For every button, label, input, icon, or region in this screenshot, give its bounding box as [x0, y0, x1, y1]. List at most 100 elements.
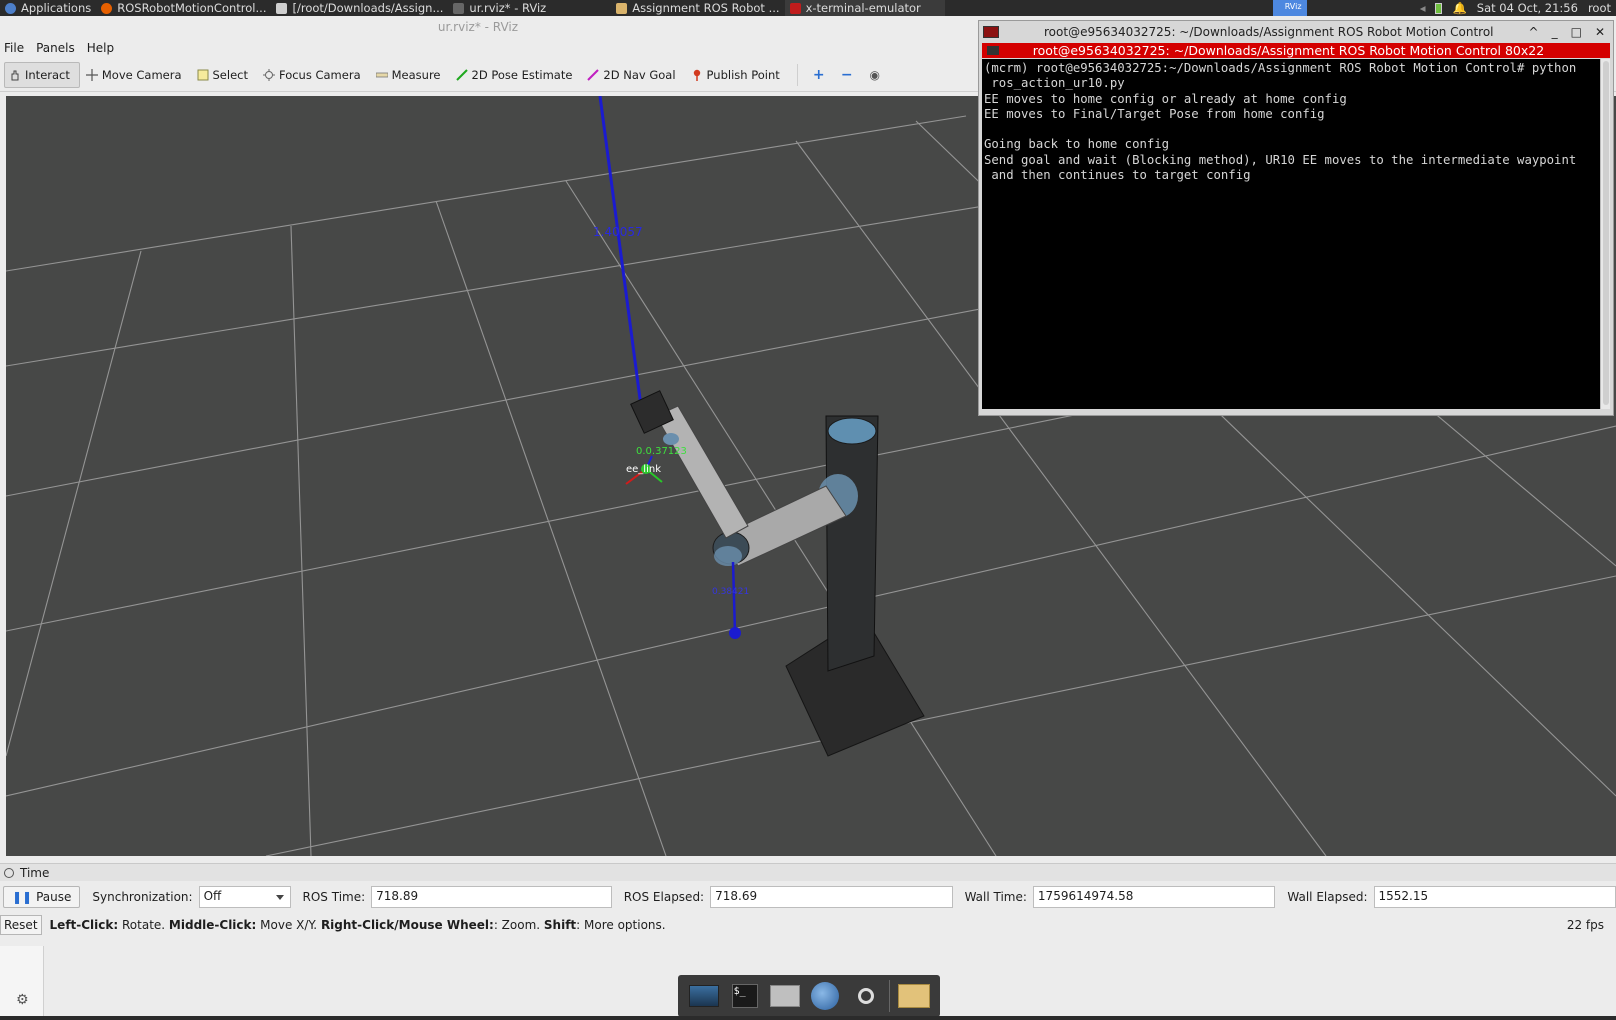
tool-measure[interactable]: Measure [372, 62, 450, 88]
menu-file[interactable]: File [3, 41, 25, 55]
task-rviz[interactable]: ur.rviz* - RViz [448, 0, 551, 16]
ros-elapsed-field[interactable]: 718.69 [710, 886, 953, 908]
pause-icon: ❚❚ [12, 890, 33, 904]
tool-label: 2D Pose Estimate [471, 67, 573, 82]
wall-elapsed-field[interactable]: 1552.15 [1373, 886, 1616, 908]
tool-properties-button[interactable]: ◉ [862, 62, 888, 88]
dock-web-browser[interactable] [808, 981, 842, 1011]
window-controls: ^ _ □ ✕ [1529, 25, 1605, 39]
map-pin-icon [691, 69, 703, 81]
help-key: Shift [543, 918, 577, 932]
add-tool-button[interactable]: + [806, 62, 832, 88]
tool-2d-nav-goal[interactable]: 2D Nav Goal [583, 62, 684, 88]
task-label: Assignment ROS Robot ... [632, 1, 780, 15]
maximize-icon[interactable]: □ [1571, 25, 1582, 39]
tray-icons: ◂ 🔔 [1415, 0, 1472, 16]
pause-button[interactable]: ❚❚ Pause [3, 886, 81, 908]
pause-label: Pause [36, 890, 72, 904]
dock-search[interactable] [849, 981, 883, 1011]
side-panel-strip: ⚙ [0, 946, 44, 1020]
move-camera-icon [85, 68, 98, 81]
ros-elapsed-label: ROS Elapsed: [623, 890, 705, 904]
terminal-line: Going back to home config [984, 137, 1170, 152]
ruler-icon [375, 69, 389, 81]
terminal-line: and then continues to target config [984, 168, 1251, 183]
tool-label: Publish Point [706, 67, 780, 82]
notification-bell-icon[interactable]: 🔔 [1452, 1, 1466, 15]
dock-show-desktop[interactable] [687, 981, 721, 1011]
dock-home-folder[interactable] [768, 981, 802, 1011]
terminal-output[interactable]: (mcrm) root@e95634032725:~/Downloads/Ass… [982, 59, 1600, 409]
tf-line-top [598, 96, 644, 415]
user-name: root [1587, 1, 1611, 15]
volume-icon[interactable]: ◂ [1420, 1, 1426, 15]
wall-time-label: Wall Time: [964, 890, 1027, 904]
target-point-marker[interactable] [729, 627, 741, 639]
reset-button[interactable]: Reset [0, 915, 42, 935]
terminal-scrollbar[interactable] [1600, 59, 1610, 409]
task-label: ROSRobotMotionControl... [117, 1, 267, 15]
terminal-line: EE moves to home config or already at ho… [984, 91, 1347, 106]
synchronization-select[interactable]: Off [198, 886, 291, 908]
help-text: Left-Click: Rotate. Middle-Click: Move X… [50, 918, 666, 932]
battery-icon[interactable] [1435, 2, 1443, 14]
label-top-distance: 1.40057 [593, 225, 643, 239]
menu-panels[interactable]: Panels [35, 41, 76, 55]
dock-files[interactable] [897, 981, 931, 1011]
terminal-app-icon [983, 26, 999, 38]
plus-icon: + [812, 66, 825, 83]
ros-time-label: ROS Time: [302, 890, 366, 904]
terminal-titlebar[interactable]: root@e95634032725: ~/Downloads/Assignmen… [979, 21, 1613, 43]
dock-terminal[interactable]: $_ [728, 981, 762, 1011]
menu-help[interactable]: Help [86, 41, 115, 55]
label-mid-distance: 0.0.37123 [636, 446, 687, 457]
fps-counter: 22 fps [1566, 918, 1604, 932]
task-firefox[interactable]: ROSRobotMotionControl... [96, 0, 271, 16]
tool-label: 2D Nav Goal [603, 67, 676, 82]
nav-goal-icon [587, 68, 600, 81]
task-label: [/root/Downloads/Assign... [292, 1, 444, 15]
task-label: x-terminal-emulator [805, 1, 921, 15]
terminal-tab[interactable]: root@e95634032725: ~/Downloads/Assignmen… [982, 43, 1610, 58]
user-menu[interactable]: root [1583, 0, 1616, 16]
terminal-line: ros_action_ur10.py [984, 76, 1125, 91]
clock[interactable]: Sat 04 Oct, 21:56 [1472, 0, 1583, 16]
firefox-icon [101, 2, 113, 14]
task-terminal[interactable]: x-terminal-emulator [784, 0, 945, 16]
terminal-window[interactable]: root@e95634032725: ~/Downloads/Assignmen… [978, 20, 1614, 416]
terminal-dock-icon: $_ [731, 984, 758, 1008]
tool-label: Move Camera [101, 67, 182, 82]
terminal-title: root@e95634032725: ~/Downloads/Assignmen… [1044, 25, 1494, 39]
tool-publish-point[interactable]: Publish Point [687, 62, 789, 88]
settings-gear-icon[interactable]: ⚙ [16, 992, 29, 1008]
terminal-icon [789, 2, 801, 14]
tool-move-camera[interactable]: Move Camera [82, 62, 191, 88]
tool-2d-pose-estimate[interactable]: 2D Pose Estimate [452, 62, 582, 88]
clock-icon [4, 867, 14, 878]
wall-time-field[interactable]: 1759614974.58 [1032, 886, 1276, 908]
tool-interact[interactable]: Interact [4, 61, 80, 88]
folder-icon [616, 2, 628, 14]
task-file-manager[interactable]: Assignment ROS Robot ... [611, 0, 784, 16]
label-ee-link: ee_link [626, 464, 661, 475]
tab-title: root@e95634032725: ~/Downloads/Assignmen… [1032, 43, 1545, 58]
editor-icon [276, 2, 288, 14]
tool-select[interactable]: Select [193, 62, 257, 88]
tray-rviz-button[interactable]: RViz [1272, 0, 1307, 16]
minimize-icon[interactable]: _ [1552, 25, 1558, 39]
ros-time-field[interactable]: 718.89 [371, 886, 612, 908]
dock: $_ [678, 975, 940, 1017]
applications-menu[interactable]: Applications [0, 0, 96, 16]
tool-focus-camera[interactable]: Focus Camera [259, 62, 370, 88]
close-icon[interactable]: ✕ [1595, 25, 1605, 39]
task-editor[interactable]: [/root/Downloads/Assign... [271, 0, 448, 16]
sync-value: Off [203, 889, 222, 903]
time-panel-title: Time [20, 865, 50, 880]
tab-terminal-icon [987, 46, 999, 55]
remove-tool-button[interactable]: − [834, 62, 860, 88]
shade-icon[interactable]: ^ [1529, 25, 1539, 39]
status-bar: Reset Left-Click: Rotate. Middle-Click: … [0, 913, 1616, 937]
help-desc: Move X/Y. [256, 918, 321, 932]
terminal-line: Send goal and wait (Blocking method), UR… [984, 152, 1577, 167]
